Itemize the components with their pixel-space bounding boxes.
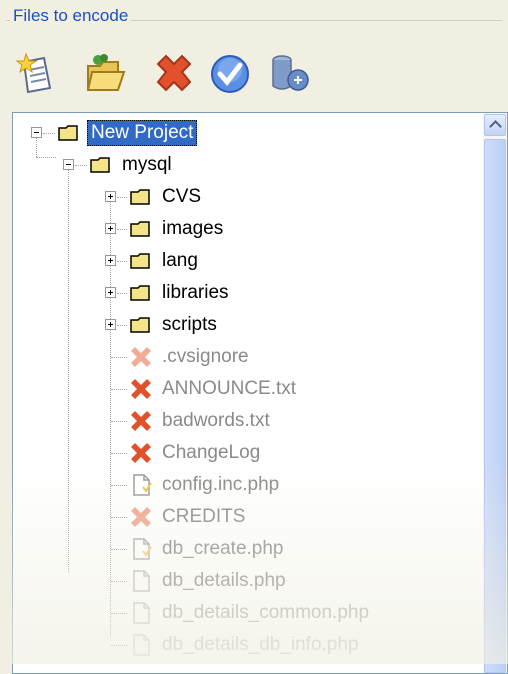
tree-item-label: db_details_common.php [162,602,370,623]
tree-item-file[interactable]: config.inc.php [129,469,282,501]
tree-item-folder[interactable]: libraries [129,277,232,309]
expand-toggle[interactable] [105,319,116,330]
tree-line [111,357,127,358]
tree-item-file[interactable]: db_details.php [129,565,289,597]
tree-line [111,581,127,582]
tree-line [36,157,56,158]
tree-item-file[interactable]: db_details_common.php [129,597,372,629]
folder-icon [129,249,153,273]
new-project-icon [16,52,52,94]
file-icon [129,569,153,593]
tree-item-label: badwords.txt [162,410,270,431]
tree-item-label: db_details.php [162,570,286,591]
tree-line [111,613,127,614]
folder-icon [129,313,153,337]
excluded-x-icon [129,409,153,433]
folder-icon [129,281,153,305]
tree-item-file-excluded[interactable]: CREDITS [129,501,248,533]
tree-item-label: scripts [162,314,217,335]
tree-content: New Project mysql CVS images lang librar… [13,113,483,673]
excluded-x-icon [129,505,153,529]
database-button[interactable] [266,48,312,98]
file-icon [129,633,153,657]
tree-item-label: CVS [162,186,202,207]
tree-item-label: db_create.php [162,538,284,559]
tree-item-file-excluded[interactable]: .cvsignore [129,341,252,373]
tree-item-file-excluded[interactable]: ChangeLog [129,437,263,469]
file-icon [129,601,153,625]
tree-line [117,261,127,262]
mysql-collapse-toggle[interactable] [63,159,74,170]
expand-toggle[interactable] [105,255,116,266]
tree-line [117,293,127,294]
tree-item-file[interactable]: db_create.php [129,533,287,565]
tree-line [111,389,127,390]
tree-line [111,421,127,422]
tree-item-folder[interactable]: CVS [129,181,204,213]
tree-line [111,549,127,550]
expand-toggle[interactable] [105,191,116,202]
tree-item-label: CREDITS [162,506,246,527]
scroll-up-button[interactable] [484,114,506,136]
check-button[interactable] [206,48,252,98]
tree-item-folder[interactable]: images [129,213,226,245]
tree-item-label: .cvsignore [162,346,249,367]
expand-toggle[interactable] [105,287,116,298]
excluded-x-icon [129,441,153,465]
folder-icon [57,121,81,145]
excluded-x-icon [129,377,153,401]
root-collapse-toggle[interactable] [31,127,42,138]
tree-line [117,229,127,230]
folder-icon [129,185,153,209]
file-tree[interactable]: New Project mysql CVS images lang librar… [12,112,508,674]
remove-icon [156,54,192,92]
open-folder-button[interactable] [82,48,128,98]
excluded-x-icon [129,345,153,369]
tree-line [43,133,55,134]
open-folder-icon [86,54,126,91]
folder-icon [89,153,113,177]
check-icon [211,55,249,93]
tree-item-mysql[interactable]: mysql [89,149,175,181]
tree-line [68,165,69,573]
folder-icon [129,217,153,241]
tree-item-label: lang [162,250,198,271]
file-icon [129,473,153,497]
tree-item-label: libraries [162,282,229,303]
file-icon [129,537,153,561]
tree-item-label: mysql [122,154,172,175]
tree-line [111,517,127,518]
tree-item-file[interactable]: db_details_db_info.php [129,629,362,661]
expand-toggle[interactable] [105,223,116,234]
vertical-scrollbar[interactable] [483,113,507,673]
tree-item-folder[interactable]: lang [129,245,201,277]
tree-line [111,645,127,646]
tree-item-label: config.inc.php [162,474,280,495]
remove-button[interactable] [150,48,196,98]
tree-line [117,197,127,198]
tree-item-file-excluded[interactable]: badwords.txt [129,405,273,437]
tree-item-file-excluded[interactable]: ANNOUNCE.txt [129,373,299,405]
database-icon [272,55,309,91]
tree-item-label: ChangeLog [162,442,261,463]
tree-line [117,325,127,326]
tree-item-label: db_details_db_info.php [162,634,359,655]
scroll-thumb[interactable] [484,139,506,673]
tree-line [111,453,127,454]
tree-item-folder[interactable]: scripts [129,309,220,341]
new-project-button[interactable] [14,48,60,98]
tree-item-new-project[interactable]: New Project [57,117,198,149]
group-title: Files to encode [10,6,132,26]
tree-line [111,485,127,486]
tree-line [75,165,87,166]
tree-item-label: ANNOUNCE.txt [162,378,297,399]
tree-item-label: images [162,218,224,239]
tree-item-label: New Project [87,120,198,146]
